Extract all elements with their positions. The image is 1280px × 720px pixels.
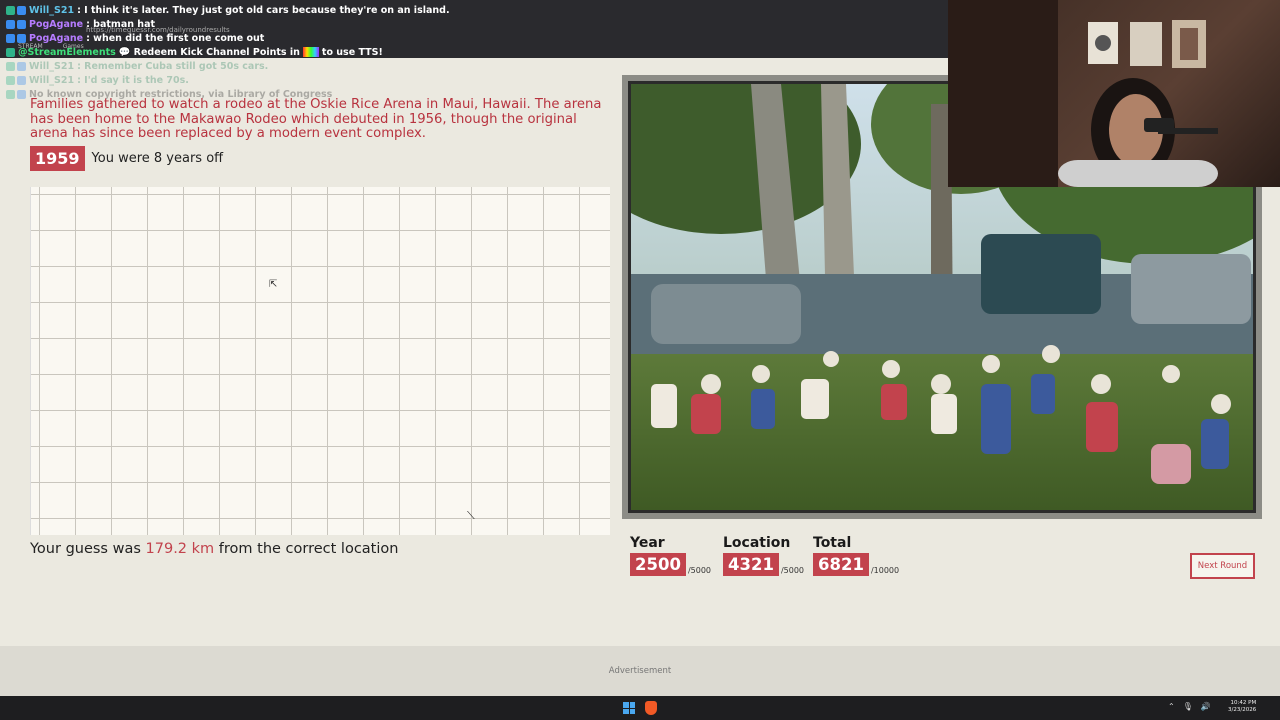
- badge-icon: [17, 61, 26, 71]
- guess-distance-text: Your guess was 179.2 km from the correct…: [30, 541, 398, 557]
- guess-suffix: from the correct location: [214, 541, 399, 557]
- year-result: 1959 You were 8 years off: [30, 146, 223, 171]
- chat-username: Will_S21: [29, 60, 75, 72]
- score-location-value: 4321: [723, 553, 779, 576]
- score-location-max: /5000: [780, 566, 804, 575]
- score-year-label: Year: [630, 535, 665, 551]
- badge-icon: [17, 19, 26, 29]
- guess-prefix: Your guess was: [30, 541, 146, 557]
- map-line-icon: ⟍: [467, 509, 475, 522]
- score-location-label: Location: [723, 535, 791, 551]
- chat-message: Will_S21: I think it's later. They just …: [6, 3, 606, 17]
- microphone-icon[interactable]: 🎙: [1183, 702, 1193, 711]
- chat-text: Redeem Kick Channel Points in: [133, 46, 300, 58]
- badge-icon: [6, 33, 15, 43]
- score-total-label: Total: [813, 535, 852, 551]
- chevron-up-icon[interactable]: ⌃: [1168, 702, 1175, 711]
- kick-emote-icon: [302, 47, 319, 57]
- clock-time: 10:42 PM: [1230, 700, 1257, 706]
- volume-icon[interactable]: 🔊: [1201, 702, 1211, 711]
- next-round-button[interactable]: Next Round: [1190, 553, 1255, 579]
- chat-username: Will_S21: [29, 74, 75, 86]
- clock-date: 3/23/2026: [1228, 707, 1257, 713]
- system-tray: ⌃ 🎙 🔊: [1168, 702, 1211, 711]
- badge-icon: [17, 89, 26, 99]
- score-location: Location 4321 /5000: [723, 535, 804, 576]
- brave-browser-icon[interactable]: [645, 701, 657, 715]
- chat-message: Will_S21: I'd say it is the 70s.: [6, 73, 606, 87]
- chat-username: Will_S21: [29, 4, 75, 16]
- chat-message: Will_S21: Remember Cuba still got 50s ca…: [6, 59, 606, 73]
- mouse-cursor-icon: ⇱: [269, 279, 278, 290]
- badge-icon: [6, 89, 15, 99]
- guess-distance: 179.2 km: [145, 541, 215, 557]
- badge-icon: [17, 5, 26, 15]
- chat-text: to use TTS!: [321, 46, 383, 58]
- chat-text: : I'd say it is the 70s.: [77, 74, 189, 86]
- chat-message: PogAgane: batman hat: [6, 17, 606, 31]
- result-caption: Families gathered to watch a rodeo at th…: [30, 97, 602, 141]
- badge-icon: [6, 75, 15, 85]
- chat-text: : batman hat: [86, 18, 156, 30]
- score-year: Year 2500 /5000: [630, 535, 711, 576]
- score-total-value: 6821: [813, 553, 869, 576]
- windows-start-icon[interactable]: [623, 702, 635, 714]
- correct-year-badge: 1959: [30, 146, 85, 171]
- chat-username: PogAgane: [29, 18, 84, 30]
- badge-icon: [6, 5, 15, 15]
- badge-icon: [6, 61, 15, 71]
- badge-icon: [17, 75, 26, 85]
- streamer-webcam-image: [948, 0, 1218, 187]
- score-year-max: /5000: [687, 566, 711, 575]
- webcam-overlay: [948, 0, 1280, 187]
- chat-text: : when did the first one come out: [86, 32, 265, 44]
- score-total-max: /10000: [870, 566, 900, 575]
- score-total: Total 6821 /10000: [813, 535, 899, 576]
- badge-icon: [17, 33, 26, 43]
- speech-bubble-icon: 💬: [118, 46, 131, 58]
- badge-icon: [6, 47, 15, 57]
- chat-username: @StreamElements: [18, 46, 116, 58]
- taskbar-clock[interactable]: 10:42 PM 3/23/2026: [1228, 700, 1256, 714]
- chat-message: @StreamElements 💬 Redeem Kick Channel Poin…: [6, 45, 606, 59]
- years-off-text: You were 8 years off: [91, 151, 224, 166]
- chat-text: : Remember Cuba still got 50s cars.: [77, 60, 269, 72]
- chat-overlay: Will_S21: I think it's later. They just …: [6, 3, 606, 101]
- result-map[interactable]: [30, 187, 610, 535]
- score-year-value: 2500: [630, 553, 686, 576]
- badge-icon: [6, 19, 15, 29]
- chat-text: : I think it's later. They just got old …: [77, 4, 450, 16]
- taskbar: [0, 696, 1280, 720]
- chat-message: PogAgane: when did the first one come ou…: [6, 31, 606, 45]
- advertisement-label: Advertisement: [608, 666, 672, 676]
- chat-username: PogAgane: [29, 32, 84, 44]
